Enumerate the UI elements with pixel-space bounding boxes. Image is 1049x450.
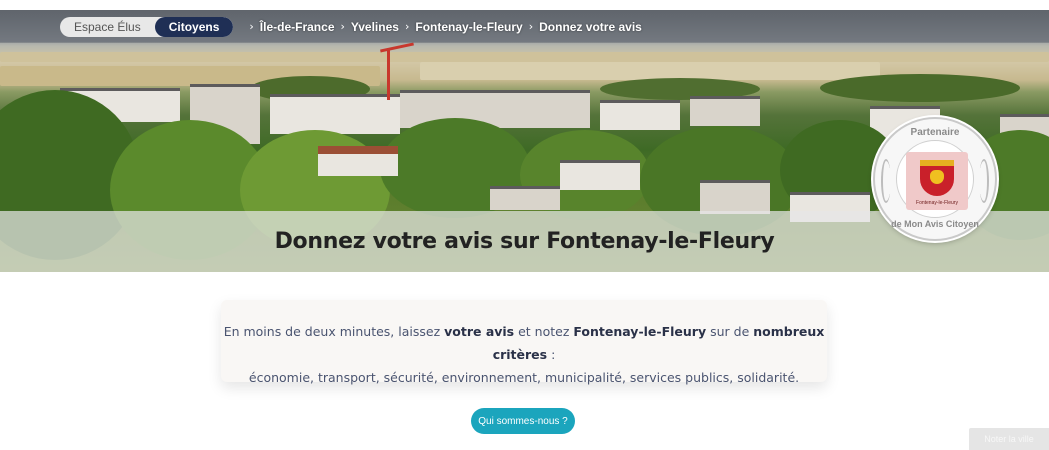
info-text: En moins de deux minutes, laissez xyxy=(223,324,445,339)
house xyxy=(700,180,770,214)
info-card: En moins de deux minutes, laissez votre … xyxy=(221,300,827,385)
breadcrumb-item-region[interactable]: Île-de-France xyxy=(260,20,335,34)
house-roof xyxy=(318,146,398,154)
city-crest: Fontenay-le-Fleury xyxy=(906,152,968,210)
building xyxy=(270,94,400,134)
crest-caption: Fontenay-le-Fleury xyxy=(916,200,958,206)
house xyxy=(560,160,640,190)
info-line-1: En moins de deux minutes, laissez votre … xyxy=(221,320,827,366)
page-title: Donnez votre avis sur Fontenay-le-Fleury xyxy=(274,229,775,254)
building xyxy=(690,96,760,126)
crane xyxy=(387,48,390,100)
field-band xyxy=(420,62,880,80)
partner-badge: Partenaire Fontenay-le-Fleury de Mon Avi… xyxy=(873,117,997,241)
info-line-2: économie, transport, sécurité, environne… xyxy=(248,370,800,385)
info-emphasis: votre avis xyxy=(444,324,515,339)
laurel-left-icon xyxy=(881,159,891,203)
chevron-right-icon: › xyxy=(528,20,534,33)
info-text: : xyxy=(547,347,556,362)
info-text: sur de xyxy=(706,324,754,339)
building xyxy=(600,100,680,130)
badge-bottom-text: de Mon Avis Citoyen xyxy=(891,219,979,229)
crane-arm xyxy=(380,42,414,53)
chevron-right-icon: › xyxy=(340,20,345,33)
tree xyxy=(820,74,1020,102)
toggle-espace-elus[interactable]: Espace Élus xyxy=(60,17,155,37)
info-emphasis: Fontenay-le-Fleury xyxy=(573,324,707,339)
about-us-button[interactable]: Qui sommes-nous ? xyxy=(471,408,575,434)
breadcrumb: Espace Élus Citoyens › Île-de-France › Y… xyxy=(0,10,1049,43)
breadcrumb-item-department[interactable]: Yvelines xyxy=(351,20,399,34)
badge-top-text: Partenaire xyxy=(910,127,960,138)
chevron-right-icon: › xyxy=(249,20,254,33)
info-text: et notez xyxy=(514,324,574,339)
rate-city-button[interactable]: Noter la ville xyxy=(969,428,1049,450)
audience-toggle[interactable]: Espace Élus Citoyens xyxy=(60,16,234,37)
chevron-right-icon: › xyxy=(404,20,410,33)
breadcrumb-item-current: Donnez votre avis xyxy=(539,19,642,34)
laurel-right-icon xyxy=(979,159,989,203)
crest-lion-icon xyxy=(930,170,944,184)
breadcrumb-trail: › Île-de-France › Yvelines › Fontenay-le… xyxy=(243,20,641,34)
field-band xyxy=(0,52,1049,62)
toggle-citoyens[interactable]: Citoyens xyxy=(154,16,234,37)
breadcrumb-item-city[interactable]: Fontenay-le-Fleury xyxy=(415,20,522,34)
house xyxy=(490,186,560,210)
